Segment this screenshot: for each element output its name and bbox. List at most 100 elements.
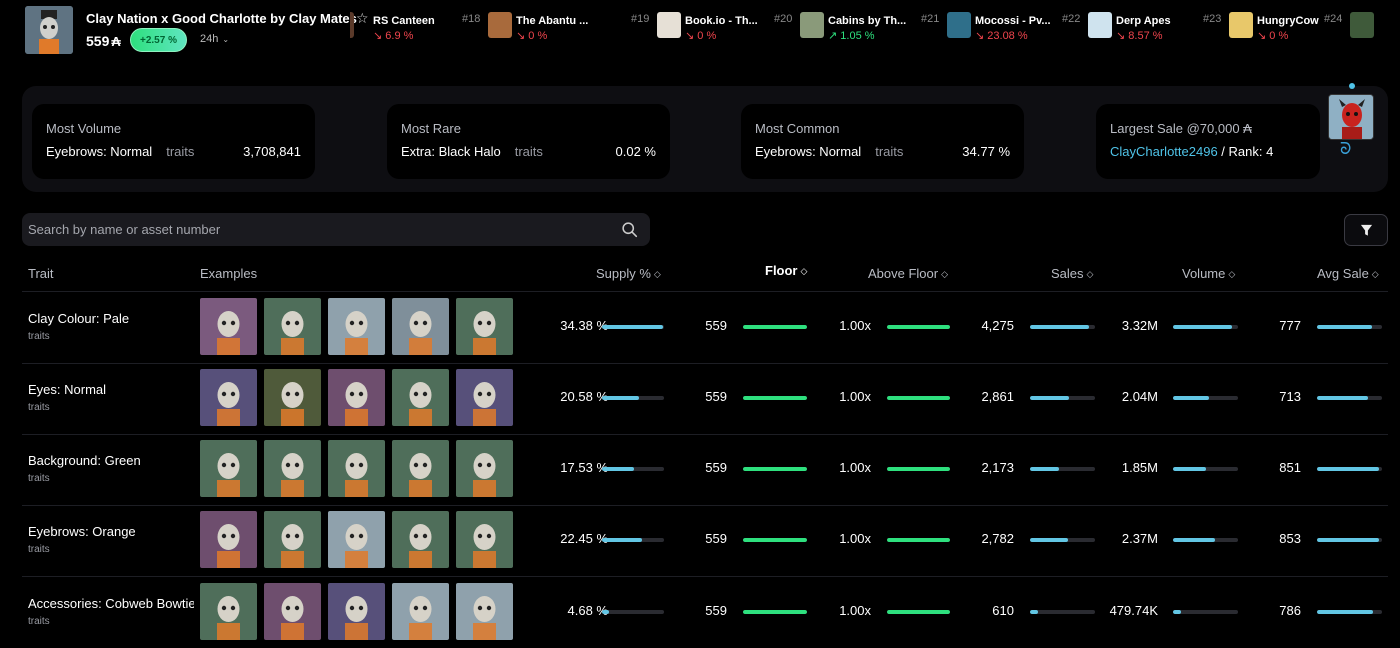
example-nft-thumb[interactable]	[328, 369, 385, 426]
sort-icon: ◇	[941, 269, 949, 279]
volume-bar	[1173, 325, 1238, 329]
search-input[interactable]	[28, 213, 608, 246]
floor-value: 559	[705, 318, 727, 333]
example-nft-thumb[interactable]	[264, 298, 321, 355]
largest-sale-nft-image[interactable]	[1328, 94, 1374, 140]
example-nft-thumb[interactable]	[456, 511, 513, 568]
above-bar-fill	[887, 538, 950, 542]
example-nft-thumb[interactable]	[456, 369, 513, 426]
avg-value: 853	[1279, 531, 1301, 546]
example-nft-thumb[interactable]	[264, 583, 321, 640]
volume-bar	[1173, 396, 1238, 400]
table-row[interactable]: Eyebrows: Orange traits 22.45 % 559 1.00…	[22, 505, 1388, 576]
above-bar	[887, 610, 950, 614]
col-header-above-floor[interactable]: Above Floor ◇	[868, 266, 948, 281]
ticker-change: ↗ 1.05 %	[828, 30, 875, 42]
above-value: 1.00x	[839, 603, 871, 618]
example-nft-thumb[interactable]	[200, 583, 257, 640]
example-nft-thumb[interactable]	[264, 440, 321, 497]
chevron-down-icon: ⌄	[222, 34, 230, 44]
search-icon[interactable]	[621, 221, 638, 238]
stat-label: Most Common	[755, 121, 840, 136]
stat-label: Most Rare	[401, 121, 461, 136]
volume-value: 2.37M	[1121, 531, 1158, 546]
floor-bar	[743, 610, 807, 614]
example-nft-thumb[interactable]	[200, 298, 257, 355]
avg-bar	[1317, 467, 1382, 471]
col-header-volume[interactable]: Volume ◇	[1182, 266, 1235, 281]
example-nft-thumb[interactable]	[392, 369, 449, 426]
avg-bar	[1317, 538, 1382, 542]
price-change-badge: +2.57 %	[130, 28, 187, 52]
above-bar	[887, 396, 950, 400]
time-range-select[interactable]: 24h ⌄	[200, 33, 229, 45]
col-header-floor[interactable]: Floor ◇	[765, 263, 807, 278]
floor-bar	[743, 538, 807, 542]
above-bar-fill	[887, 467, 950, 471]
avg-value: 786	[1279, 603, 1301, 618]
example-nft-thumb[interactable]	[328, 583, 385, 640]
sales-bar-fill	[1030, 538, 1068, 542]
example-nft-thumb[interactable]	[392, 440, 449, 497]
example-nft-thumb[interactable]	[200, 511, 257, 568]
col-header-examples: Examples	[200, 266, 258, 281]
ticker-rank: #20	[774, 13, 793, 25]
table-row[interactable]: Background: Green traits 17.53 % 559 1.0…	[22, 434, 1388, 505]
supply-bar	[602, 610, 664, 614]
buyer-link[interactable]: ClayCharlotte2496	[1110, 144, 1218, 159]
example-nft-thumb[interactable]	[392, 298, 449, 355]
stat-most-rare: Most Rare Extra: Black Halo traits 0.02 %	[387, 104, 670, 179]
example-nft-thumb[interactable]	[456, 583, 513, 640]
floor-bar	[743, 396, 807, 400]
floor-bar-fill	[743, 325, 807, 329]
ticker-rank: #22	[1062, 13, 1081, 25]
example-nft-thumb[interactable]	[200, 440, 257, 497]
table-row[interactable]: Clay Colour: Pale traits 34.38 % 559 1.0…	[22, 292, 1388, 363]
ticker-change: ↘ 8.57 %	[1116, 30, 1163, 42]
collection-ticker: RS Canteen ↘ 6.9 % #18 The Abantu ... ↘ 0 % #…	[350, 0, 1400, 62]
example-nft-thumb[interactable]	[264, 369, 321, 426]
avg-bar	[1317, 325, 1382, 329]
sales-bar-fill	[1030, 396, 1069, 400]
trait-name: Eyes: Normal	[28, 382, 107, 397]
example-nft-thumb[interactable]	[328, 298, 385, 355]
col-header-sales[interactable]: Sales ◇	[1051, 266, 1093, 281]
pin-icon	[1349, 83, 1355, 89]
example-nft-thumb[interactable]	[264, 511, 321, 568]
table-row[interactable]: Accessories: Cobweb Bowtie traits 4.68 %…	[22, 577, 1388, 648]
stat-value: 3,708,841	[243, 144, 301, 159]
avg-value: 851	[1279, 460, 1301, 475]
example-nft-thumb[interactable]	[392, 583, 449, 640]
trait-sub: traits	[28, 544, 50, 555]
ticker-change: ↘ 6.9 %	[373, 30, 414, 42]
volume-value: 2.04M	[1121, 389, 1158, 404]
ticker-collection-image	[1229, 12, 1253, 38]
volume-bar-fill	[1173, 467, 1206, 471]
table-row[interactable]: Eyes: Normal traits 20.58 % 559 1.00x 2,…	[22, 363, 1388, 434]
example-nft-thumb[interactable]	[328, 511, 385, 568]
ticker-name: Mocossi - Pv...	[975, 15, 1051, 27]
floor-bar	[743, 325, 807, 329]
filter-button[interactable]	[1344, 214, 1388, 246]
example-nft-thumb[interactable]	[392, 511, 449, 568]
ticker-rank: #24	[1324, 13, 1343, 25]
ticker-rank: #18	[462, 13, 481, 25]
example-nft-thumb[interactable]	[456, 298, 513, 355]
avg-bar	[1317, 396, 1382, 400]
example-nft-thumb[interactable]	[200, 369, 257, 426]
example-nft-thumb[interactable]	[456, 440, 513, 497]
avg-value: 713	[1279, 389, 1301, 404]
trait-sub: traits	[28, 473, 50, 484]
volume-bar	[1173, 467, 1238, 471]
ticker-name: Derp Apes	[1116, 15, 1171, 27]
col-header-avg-sale[interactable]: Avg Sale ◇	[1317, 266, 1379, 281]
volume-value: 1.85M	[1121, 460, 1158, 475]
avg-bar-fill	[1317, 396, 1368, 400]
ada-symbol: ₳	[111, 34, 121, 49]
example-nft-thumb[interactable]	[328, 440, 385, 497]
supply-bar	[602, 396, 664, 400]
collection-avatar[interactable]	[25, 6, 73, 54]
col-header-supply[interactable]: Supply % ◇	[596, 266, 661, 281]
volume-bar	[1173, 538, 1238, 542]
supply-value: 22.45 %	[560, 531, 608, 546]
